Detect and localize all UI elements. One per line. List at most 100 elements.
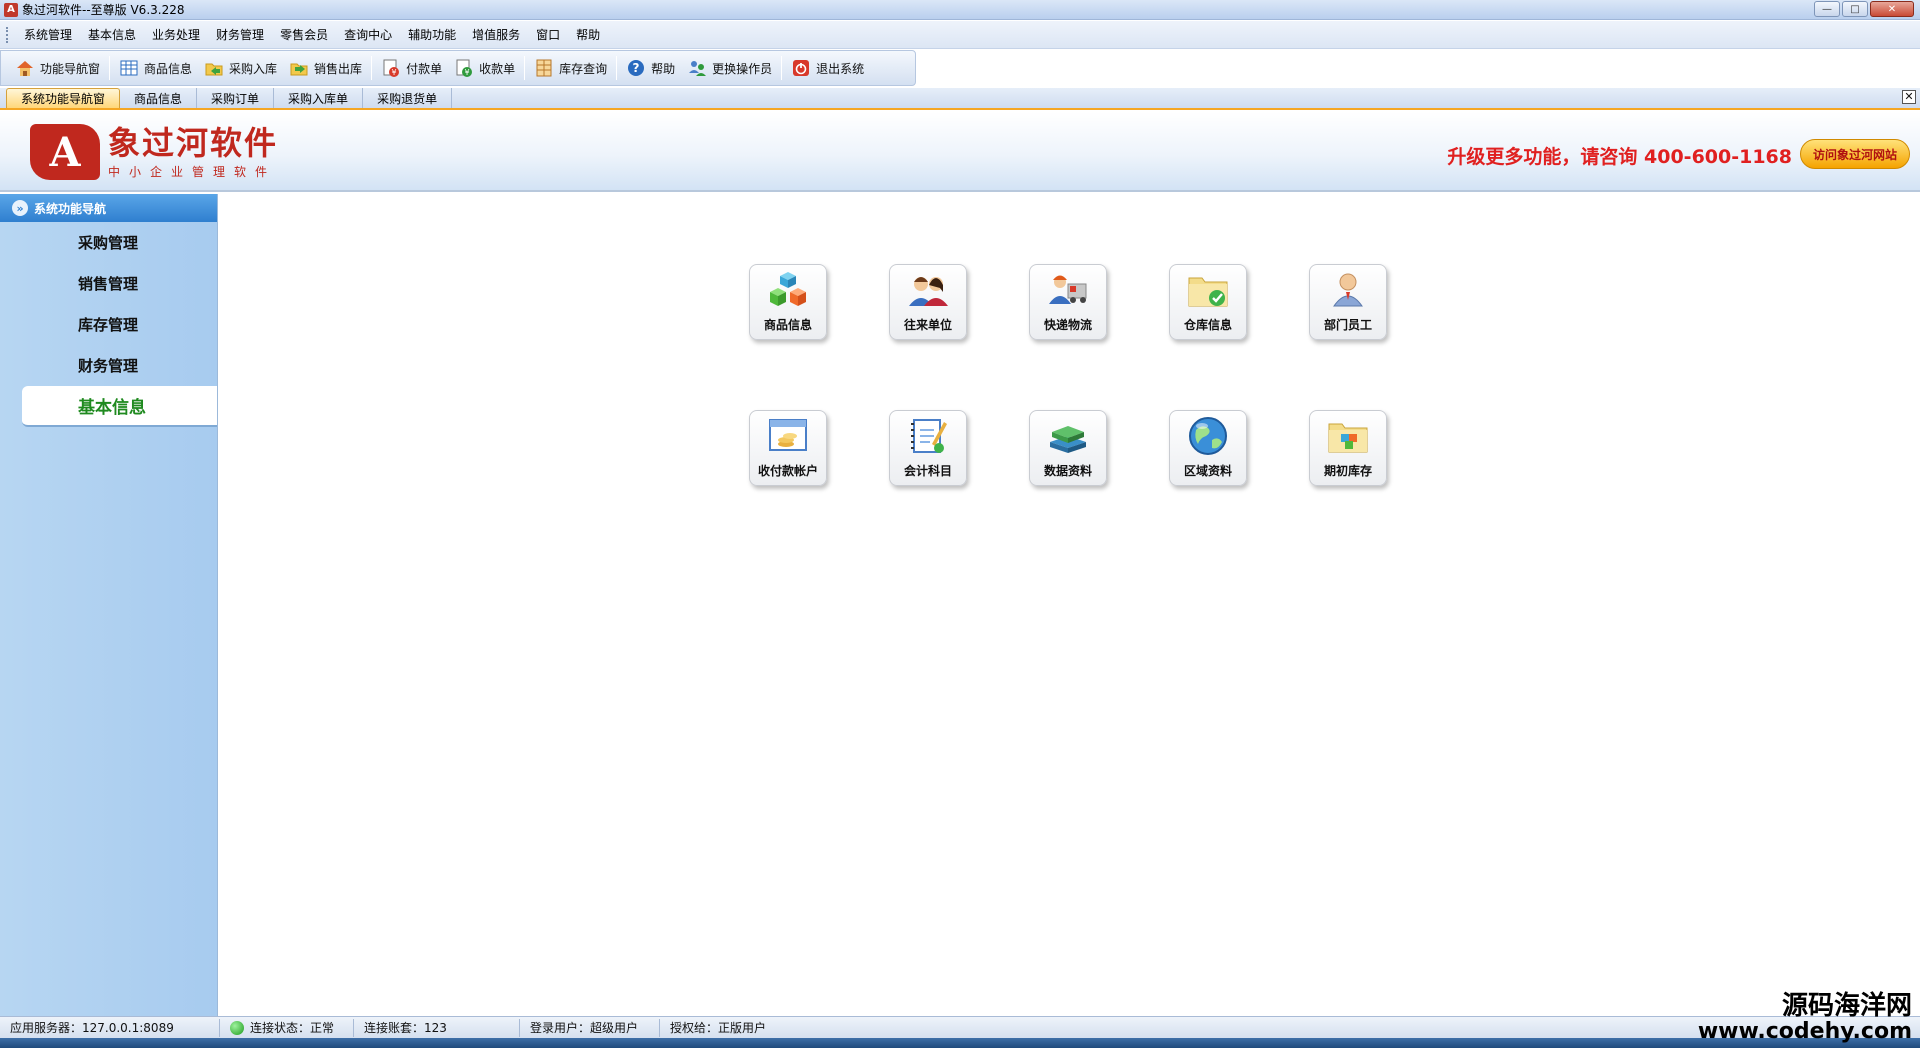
sidebar-item-sales[interactable]: 销售管理 bbox=[0, 263, 217, 304]
toolbar-separator bbox=[781, 56, 783, 80]
menu-bar: 系统管理 基本信息 业务处理 财务管理 零售会员 查询中心 辅助功能 增值服务 … bbox=[0, 21, 1920, 49]
toolbar-sales-out-button[interactable]: 销售出库 bbox=[283, 54, 368, 82]
inventory-icon bbox=[534, 58, 554, 78]
contacts-icon bbox=[909, 277, 948, 306]
promo-text: 升级更多功能，请咨询 400-600-1168 bbox=[1447, 146, 1792, 168]
tile-department-staff[interactable]: 部门员工 bbox=[1309, 264, 1387, 340]
status-connection-text: 连接状态：正常 bbox=[250, 1021, 335, 1035]
tile-opening-stock[interactable]: 期初库存 bbox=[1309, 410, 1387, 486]
tile-label: 区域资料 bbox=[1183, 464, 1232, 478]
visit-website-button[interactable]: 访问象过河网站 bbox=[1800, 139, 1910, 169]
toolbar-exit-button[interactable]: 退出系统 bbox=[785, 54, 870, 82]
main-panel: 商品信息 往来单位 快递物流 仓库信息 部门员工 收付款帐户 会计科目 数据资料… bbox=[219, 194, 1920, 1016]
toolbar-purchase-in-button[interactable]: 采购入库 bbox=[198, 54, 283, 82]
folder-in-icon bbox=[204, 58, 224, 78]
window-title: 象过河软件--至尊版 V6.3.228 bbox=[22, 3, 185, 17]
toolbar-inventory-query-button[interactable]: 库存查询 bbox=[528, 54, 613, 82]
maximize-button[interactable]: □ bbox=[1842, 1, 1868, 17]
toolbar-label: 销售出库 bbox=[314, 61, 363, 76]
toolbar-receipt-button[interactable]: ¥ 收款单 bbox=[448, 54, 521, 82]
tile-data-records[interactable]: 数据资料 bbox=[1029, 410, 1107, 486]
menu-grip-icon bbox=[6, 26, 10, 43]
toolbar-payment-button[interactable]: ¥ 付款单 bbox=[375, 54, 448, 82]
sidebar-item-finance[interactable]: 财务管理 bbox=[0, 345, 217, 386]
sidebar-item-inventory[interactable]: 库存管理 bbox=[0, 304, 217, 345]
grid-icon bbox=[119, 58, 139, 78]
toolbar-label: 更换操作员 bbox=[712, 61, 773, 76]
menu-basic-info[interactable]: 基本信息 bbox=[80, 21, 144, 49]
status-account-set: 连接账套：123 bbox=[354, 1018, 520, 1037]
toolbar-label: 采购入库 bbox=[229, 61, 278, 76]
double-chevron-icon: » bbox=[12, 200, 28, 216]
payment-icon: ¥ bbox=[381, 58, 401, 78]
sidebar-item-purchase[interactable]: 采购管理 bbox=[0, 222, 217, 263]
minimize-button[interactable]: — bbox=[1814, 1, 1840, 17]
status-server: 应用服务器：127.0.0.1:8089 bbox=[0, 1018, 220, 1037]
watermark-url: www.codehy.com bbox=[1697, 1019, 1912, 1044]
svg-text:?: ? bbox=[633, 61, 640, 75]
warehouse-folder-icon bbox=[1188, 277, 1228, 307]
menu-finance[interactable]: 财务管理 bbox=[208, 21, 272, 49]
tile-label: 仓库信息 bbox=[1183, 318, 1232, 332]
brand-subtitle: 中小企业管理软件 bbox=[108, 164, 277, 179]
toolbar-switch-operator-button[interactable]: 更换操作员 bbox=[681, 54, 778, 82]
tile-warehouse[interactable]: 仓库信息 bbox=[1169, 264, 1247, 340]
tile-accounting-subject[interactable]: 会计科目 bbox=[889, 410, 967, 486]
tile-label: 期初库存 bbox=[1323, 464, 1372, 478]
stock-folder-icon bbox=[1328, 423, 1368, 453]
menu-aux[interactable]: 辅助功能 bbox=[400, 21, 464, 49]
help-icon: ? bbox=[626, 58, 646, 78]
toolbar-label: 商品信息 bbox=[144, 61, 193, 76]
toolbar-product-info-button[interactable]: 商品信息 bbox=[113, 54, 198, 82]
toolbar-nav-window-button[interactable]: 功能导航窗 bbox=[9, 54, 106, 82]
menu-system[interactable]: 系统管理 bbox=[16, 21, 80, 49]
status-user-text: 登录用户：超级用户 bbox=[530, 1021, 639, 1035]
sidebar: » 系统功能导航 采购管理 销售管理 库存管理 财务管理 基本信息 bbox=[0, 194, 218, 1016]
tab-purchase-return[interactable]: 采购退货单 bbox=[363, 88, 453, 108]
close-tab-icon[interactable]: ✕ bbox=[1902, 90, 1916, 104]
tab-product-info[interactable]: 商品信息 bbox=[120, 88, 198, 108]
close-window-button[interactable]: ✕ bbox=[1870, 1, 1914, 17]
globe-icon bbox=[1189, 417, 1227, 455]
toolbar-label: 退出系统 bbox=[816, 61, 865, 76]
tile-product-info[interactable]: 商品信息 bbox=[749, 264, 827, 340]
tile-label: 部门员工 bbox=[1323, 318, 1372, 332]
banner: A 象过河软件 中小企业管理软件 升级更多功能，请咨询 400-600-1168… bbox=[0, 112, 1920, 192]
toolbar-label: 收款单 bbox=[479, 61, 516, 76]
toolbar-separator bbox=[524, 56, 526, 80]
menu-query-center[interactable]: 查询中心 bbox=[336, 21, 400, 49]
home-icon bbox=[15, 58, 35, 78]
status-connection: 连接状态：正常 bbox=[220, 1018, 354, 1037]
menu-value-added[interactable]: 增值服务 bbox=[464, 21, 528, 49]
menu-help[interactable]: 帮助 bbox=[568, 21, 608, 49]
menu-business[interactable]: 业务处理 bbox=[144, 21, 208, 49]
cubes-icon bbox=[770, 272, 806, 306]
toolbar-separator bbox=[616, 56, 618, 80]
os-taskbar bbox=[0, 1038, 1920, 1048]
tab-purchase-in-order[interactable]: 采购入库单 bbox=[274, 88, 364, 108]
tile-courier[interactable]: 快递物流 bbox=[1029, 264, 1107, 340]
ledger-icon bbox=[911, 419, 947, 453]
tab-purchase-order[interactable]: 采购订单 bbox=[197, 88, 275, 108]
brand-logo-icon: A bbox=[30, 124, 100, 180]
toolbar-separator bbox=[371, 56, 373, 80]
books-icon bbox=[1050, 426, 1086, 453]
status-account-set-text: 连接账套：123 bbox=[364, 1021, 447, 1035]
tile-payment-account[interactable]: 收付款帐户 bbox=[749, 410, 827, 486]
tab-nav-window[interactable]: 系统功能导航窗 bbox=[6, 88, 121, 108]
toolbar: 功能导航窗 商品信息 采购入库 销售出库 ¥ 付款单 ¥ 收款单 库存查询 ? … bbox=[0, 50, 916, 86]
window-controls: — □ ✕ bbox=[1814, 1, 1914, 17]
brand: A 象过河软件 中小企业管理软件 bbox=[30, 124, 278, 180]
brand-text: 象过河软件 中小企业管理软件 bbox=[108, 125, 278, 180]
menu-window[interactable]: 窗口 bbox=[528, 21, 568, 49]
tile-region-data[interactable]: 区域资料 bbox=[1169, 410, 1247, 486]
status-bar: 应用服务器：127.0.0.1:8089 连接状态：正常 连接账套：123 登录… bbox=[0, 1016, 1920, 1038]
toolbar-help-button[interactable]: ? 帮助 bbox=[620, 54, 681, 82]
menu-retail-member[interactable]: 零售会员 bbox=[272, 21, 336, 49]
toolbar-separator bbox=[109, 56, 111, 80]
sidebar-item-basic-info[interactable]: 基本信息 bbox=[22, 386, 217, 427]
tile-contacts[interactable]: 往来单位 bbox=[889, 264, 967, 340]
svg-text:¥: ¥ bbox=[465, 68, 470, 77]
toolbar-label: 帮助 bbox=[651, 61, 676, 76]
tile-label: 会计科目 bbox=[903, 464, 952, 478]
